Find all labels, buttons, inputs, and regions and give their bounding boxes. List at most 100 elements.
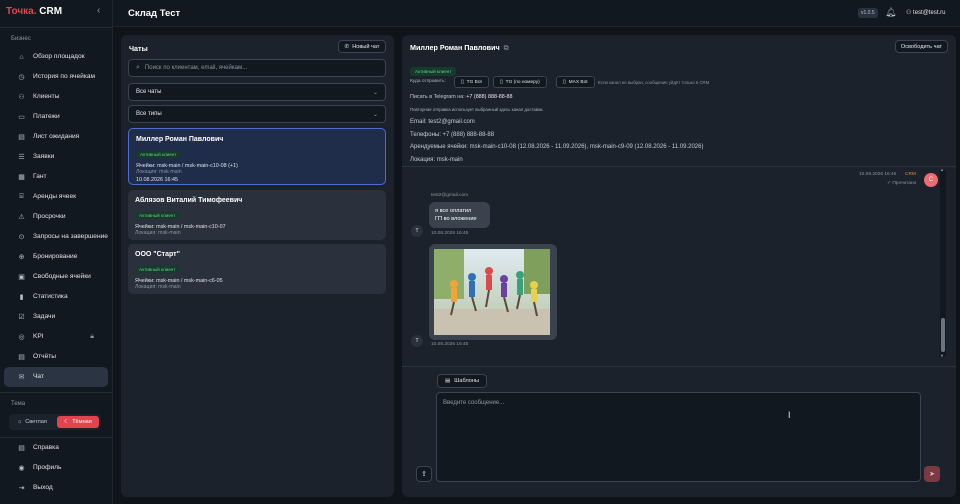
sidebar-item-icon: ☑ xyxy=(18,314,25,321)
sidebar-nav: ⌂ Обзор площадок ◷ История по ячейкам ⚇ Клиен… xyxy=(4,47,108,387)
sidebar-item[interactable]: ⊙ Запросы на завершение xyxy=(4,227,108,247)
upload-icon: ⇪ xyxy=(421,471,427,478)
sidebar-item[interactable]: ✉ Чат xyxy=(4,367,108,387)
collapse-sidebar-icon[interactable]: ‹ xyxy=(97,5,100,16)
sidebar-item-icon: ▤ xyxy=(18,445,25,452)
types-filter-select[interactable]: Все типы ⌄ xyxy=(128,105,386,123)
sidebar-item-label: Просрочки xyxy=(33,213,66,221)
sidebar-item[interactable]: ⊕ Бронирование xyxy=(4,247,108,267)
moon-icon: ☾ xyxy=(64,419,70,425)
theme-light-button[interactable]: ☼ Светлая xyxy=(11,416,53,428)
sidebar-item[interactable]: ▤ Справка xyxy=(4,438,108,458)
sidebar-item[interactable]: ▮ Статистика xyxy=(4,287,108,307)
channel-max-bot[interactable]: ▯ MAX Bot xyxy=(556,76,595,88)
sidebar-item[interactable]: ▦ Гант xyxy=(4,167,108,187)
conversation-title: Миллер Роман Павлович ⧉ xyxy=(410,43,509,53)
search-placeholder: Поиск по клиентам, email, ячейкам... xyxy=(144,65,248,71)
attachment-image[interactable] xyxy=(434,249,550,335)
outgoing-read-status: ✓ Прочитано xyxy=(887,181,917,186)
chat-list-item[interactable]: Миллер Роман Павлович Активный клиент Ячей… xyxy=(128,128,386,185)
messages-scrollbar[interactable]: ▲ ▼ xyxy=(940,167,946,358)
sidebar-item[interactable]: ▤ Лист ожидания xyxy=(4,127,108,147)
chat-list-item[interactable]: ООО "Старт" Активный клиент Ячейки: msk-ma… xyxy=(128,244,386,294)
user-menu[interactable]: ⚇ test@test.ru xyxy=(906,9,945,16)
sidebar-item[interactable]: ◷ История по ячейкам xyxy=(4,67,108,87)
sidebar-item[interactable]: ⚠ Просрочки xyxy=(4,207,108,227)
sidebar-item[interactable]: ⇥ Выход xyxy=(4,478,108,498)
sidebar-item[interactable]: ☑ Задачи xyxy=(4,307,108,327)
templates-button[interactable]: ▤ Шаблоны xyxy=(437,374,487,388)
search-input[interactable]: ⌕ Поиск по клиентам, email, ячейкам... xyxy=(128,59,386,77)
sidebar-item[interactable]: ▤ Отчёты xyxy=(4,347,108,367)
upload-button[interactable]: ⇪ xyxy=(416,466,432,482)
sidebar-item[interactable]: ◉ Профиль xyxy=(4,458,108,478)
sidebar-item-icon: ✉ xyxy=(18,374,25,381)
sidebar-item-icon: ⚇ xyxy=(18,94,25,101)
chat-list-item[interactable]: Аблязов Виталий Тимофеевич Активный клиен… xyxy=(128,190,386,240)
sidebar-item-label: Выход xyxy=(33,484,53,492)
sidebar-divider xyxy=(0,392,113,393)
sidebar-item-icon: ▤ xyxy=(18,354,25,361)
sidebar-item[interactable]: ▭ Платежи xyxy=(4,107,108,127)
channel-hint: Если канал не выбран, сообщение уйдёт то… xyxy=(598,80,710,85)
lock-icon: 🔒︎ xyxy=(90,333,94,340)
sidebar-item[interactable]: ◎ KPI 🔒︎ xyxy=(4,327,108,347)
channel-tg-bot[interactable]: ▯ TG Bot xyxy=(454,76,489,88)
sidebar-item-label: Статистика xyxy=(33,293,68,301)
telegram-label: Писать в Telegram на: xyxy=(410,94,465,100)
telegram-phone: +7 (888) 888-88-88 xyxy=(466,94,513,100)
external-link-icon[interactable]: ⧉ xyxy=(504,43,509,52)
search-icon: ⌕ xyxy=(136,64,140,71)
chat-name: Миллер Роман Павлович xyxy=(136,136,224,143)
sidebar-item-label: Платежи xyxy=(33,113,60,121)
convo-status-badge: Активный клиент xyxy=(410,60,457,78)
sidebar-item-label: Свободные ячейки xyxy=(33,273,91,281)
chats-panel: Чаты ✆ Новый чат ⌕ Поиск по клиентам, emai… xyxy=(121,35,394,497)
sidebar-item-icon: ⊕ xyxy=(18,254,25,261)
status-badge: Активный клиент xyxy=(136,151,181,158)
repeat-hint: Повторная отправка использует выбранный … xyxy=(410,107,544,112)
sidebar-item[interactable]: ⌂ Обзор площадок xyxy=(4,47,108,67)
scroll-down-icon[interactable]: ▼ xyxy=(940,353,944,358)
sidebar-item-label: Бронирование xyxy=(33,253,78,261)
sidebar-item-label: Чат xyxy=(33,373,44,381)
incoming-message: я все оплатил ГП во вложение xyxy=(429,202,490,228)
sidebar-item-label: Задачи xyxy=(33,313,56,321)
sidebar-item-label: KPI xyxy=(33,333,44,341)
sidebar-item[interactable]: ▣ Свободные ячейки xyxy=(4,267,108,287)
message-input[interactable]: Введите сообщение... xyxy=(436,392,921,482)
chat-location: Локация: msk-main xyxy=(135,284,181,290)
sidebar-item[interactable]: ☰ Заявки xyxy=(4,147,108,167)
scrollbar-thumb[interactable] xyxy=(941,318,945,352)
sidebar: Точка. CRM ‹ Бизнес ⌂ Обзор площадок ◷ Исто… xyxy=(0,0,113,504)
channel-tg-phone[interactable]: ▯ TG (по номеру) xyxy=(493,76,547,88)
sidebar-item[interactable]: ⚇ Клиенты xyxy=(4,87,108,107)
status-badge: Активный клиент xyxy=(135,212,180,219)
bell-icon[interactable]: 🔔︎ xyxy=(885,7,896,18)
theme-dark-button[interactable]: ☾ Тёмная xyxy=(57,416,99,428)
message-line: ГП во вложение xyxy=(435,216,477,222)
conversation-panel: Миллер Роман Павлович ⧉ Освободить чат Ак… xyxy=(402,35,956,497)
new-chat-button[interactable]: ✆ Новый чат xyxy=(338,40,386,53)
theme-light-label: Светлая xyxy=(25,419,47,425)
theme-switcher: ☼ Светлая ☾ Тёмная xyxy=(9,414,101,430)
send-button[interactable]: ➤ xyxy=(924,466,940,482)
chats-filter-value: Все чаты xyxy=(136,89,162,95)
message-line: я все оплатил xyxy=(435,208,472,214)
chat-badge-row: Активный клиент xyxy=(136,143,378,161)
client-location: Локация: msk-main xyxy=(410,157,463,163)
sidebar-item[interactable]: ⌸ Аренды ячеек xyxy=(4,187,108,207)
sidebar-item-icon: ▤ xyxy=(18,134,25,141)
chat-location: Локация: msk-main xyxy=(136,169,182,175)
sidebar-item-icon: ▣ xyxy=(18,274,25,281)
sidebar-item-icon: ☰ xyxy=(18,154,25,161)
sidebar-item-label: Заявки xyxy=(33,153,55,161)
sidebar-item-icon: ⚠ xyxy=(18,214,25,221)
chats-filter-select[interactable]: Все чаты ⌄ xyxy=(128,83,386,101)
logo-suffix: CRM xyxy=(36,6,63,17)
section-theme-label: Тема xyxy=(11,401,26,407)
chat-badge-row: Активный клиент xyxy=(135,258,379,276)
release-chat-button[interactable]: Освободить чат xyxy=(895,40,948,53)
top-header: Склад Тест v1.0.5 🔔︎ ⚇ test@test.ru xyxy=(113,0,960,27)
scroll-up-icon[interactable]: ▲ xyxy=(940,167,944,172)
